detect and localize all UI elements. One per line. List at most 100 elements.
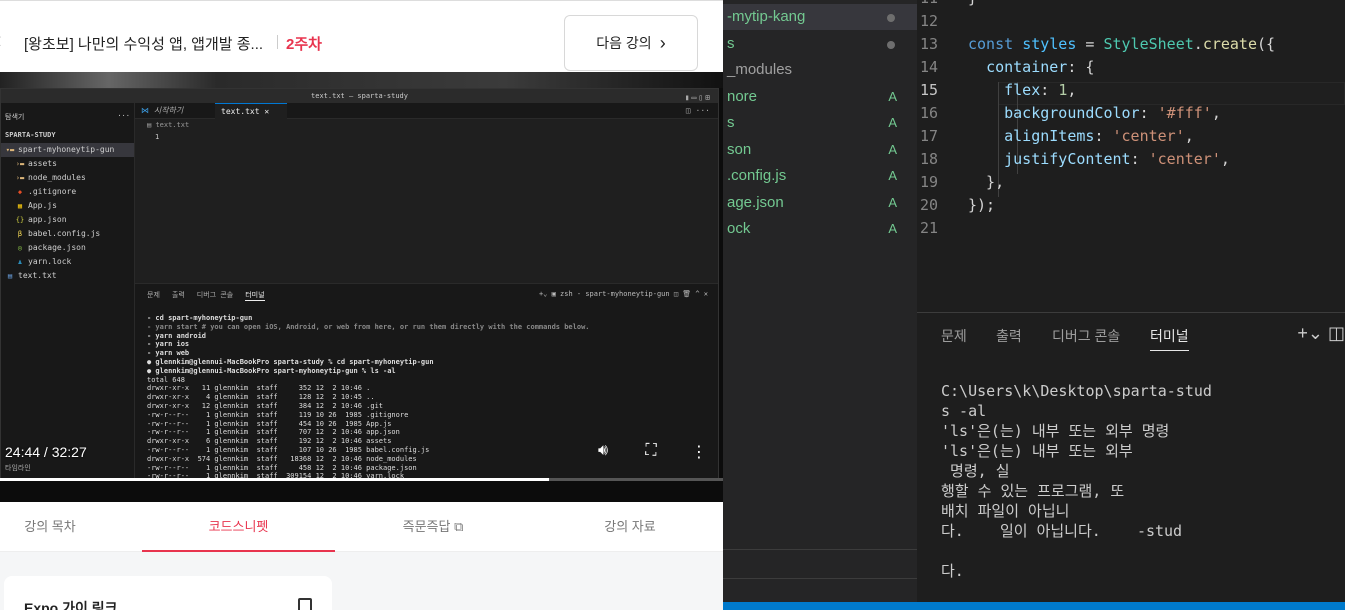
panel-tab[interactable]: 디버그 콘솔 [1052,326,1120,351]
snippet-card[interactable]: Expo 가이 링크 [4,576,332,610]
snippet-area: Expo 가이 링크 [0,552,723,610]
code-text: justifyContent: 'center', [1004,150,1230,168]
video-progress-bar[interactable] [0,478,723,481]
video-player[interactable]: text.txt — sparta-study ▮▭▯⊞ 탐색기 ··· SPAR… [0,72,723,502]
back-chevron-icon[interactable]: ‹ [0,27,1,53]
tree-item[interactable]: ◆ .gitignore [1,185,134,199]
panel-tab[interactable]: 출력 [996,326,1022,351]
code-line: 14 container: { [917,56,1345,79]
explorer-item[interactable]: .config.js A [723,163,917,189]
tree-item-label: app.json [28,215,67,224]
explorer-item[interactable]: sA [723,110,917,136]
explorer-item[interactable]: s [723,31,917,57]
panel-tab[interactable]: 터미널 [1150,326,1189,351]
git-status-badge: A [888,221,897,236]
course-page: ‹ [왕초보] 나만의 수익성 앱, 앱개발 종... 2주차 다음 강의 › … [0,0,723,610]
more-options-icon[interactable]: ⋮ [689,442,709,462]
course-tabs: 강의 목차 코드스니펫 즉문즉답 ⧉ 강의 자료 [0,502,723,552]
tree-item-label: package.json [28,243,86,252]
terminal-tab[interactable]: 디버그 콘솔 [197,290,233,301]
timeline-label: 타임라인 [5,464,31,472]
tab-text-file[interactable]: text.txt ✕ [215,103,287,119]
terminal-line: s -al [941,402,987,420]
code-line: 13 const styles = StyleSheet.create({ [917,33,1345,56]
video-time: 24:44 / 32:27 [5,444,87,460]
terminal-line: 다. [941,562,964,580]
terminal-output[interactable]: C:\Users\k\Desktop\sparta-stud s -al 'ls'은… [941,381,1212,581]
tree-item[interactable]: {} app.json [1,213,134,227]
terminal-line: drwxr-xr-x 11 glennkim staff 352 12 2 10… [147,384,371,393]
tree-item[interactable]: ▤ text.txt [1,269,134,283]
explorer-item-label: son [727,140,752,158]
terminal-line: drwxr-xr-x 12 glennkim staff 384 12 2 10… [147,401,384,410]
code-editor[interactable]: 11} 12 13 const styles = StyleSheet.create(… [917,0,1345,312]
fullscreen-icon[interactable]: ⛶ [641,442,661,460]
tab-materials[interactable]: 강의 자료 [570,502,690,552]
line-number: 12 [919,12,938,30]
tree-item-label: .gitignore [28,187,77,196]
terminal-line: 다. 일이 아닙니다. -stud [941,522,1183,540]
explorer-item-label: s [727,34,735,52]
progress-fill [0,478,550,481]
tab-code-snippet[interactable]: 코드스니펫 [142,502,335,552]
line-number: 13 [919,35,938,53]
tree-item[interactable]: ›▬ node_modules [1,171,134,185]
tree-item-label: yarn.lock [28,257,72,266]
more-icon: ··· [117,112,130,120]
line-number: 18 [919,150,938,168]
terminal-tab[interactable]: 출력 [172,290,185,301]
tree-item[interactable]: ›▬ assets [1,157,134,171]
line-number: 1 [155,133,160,141]
tree-item[interactable]: ▾▬ spart-myhoneytip-gun [1,143,134,157]
git-status-badge: A [888,194,897,210]
explorer-item[interactable]: age.json A [723,190,917,216]
course-header: ‹ [왕초보] 나만의 수익성 앱, 앱개발 종... 2주차 다음 강의 › [0,0,723,72]
code-line: 15 flex: 1, [917,79,1345,102]
terminal-tab[interactable]: 문제 [147,290,160,301]
tree-item[interactable]: ◎ package.json [1,241,134,255]
code-text: }); [968,196,996,214]
explorer-item[interactable]: ock A [723,216,917,242]
code-text: container: { [986,58,1095,76]
git-status-badge: A [888,88,897,104]
code-text: const styles = StyleSheet.create({ [968,35,1276,53]
explorer-item[interactable]: son A [723,137,917,163]
git-status-badge: A [888,115,897,130]
code-line: 17 alignItems: 'center', [917,125,1345,148]
explorer-item[interactable]: -mytip-kang [723,4,917,30]
panel-tab[interactable]: 문제 [941,326,967,351]
terminal-line: total 648 [147,375,185,384]
terminal-line: - cd spart-myhoneytip-gun [147,314,253,322]
terminal-tab[interactable]: 터미널 [245,290,265,301]
split-editor-icon[interactable]: ◫ ··· [686,106,710,115]
explorer-item[interactable]: nore A [723,84,917,110]
js-icon: ▦ [17,202,23,210]
tab-qna[interactable]: 즉문즉답 ⧉ [368,502,498,552]
new-terminal-icon[interactable]: +⌄ ◫ [1297,323,1345,344]
git-status-badge: A [888,141,897,157]
tree-item-label: App.js [28,201,57,210]
volume-icon[interactable]: 🔊︎ [593,442,613,460]
next-lecture-button[interactable]: 다음 강의 › [564,15,698,71]
divider [723,578,917,579]
tree-item[interactable]: ♟ yarn.lock [1,255,134,269]
terminal-line: - yarn web [147,349,190,358]
terminal-line: drwxr-xr-x 4 glennkim staff 128 12 2 10:… [147,393,375,402]
copy-icon[interactable] [298,598,312,610]
tab-course-toc[interactable]: 강의 목차 [0,502,100,552]
tree-item[interactable]: ▦ App.js [1,199,134,213]
tab-welcome[interactable]: ⋈ 시작하기 [135,103,213,119]
explorer-item-label: s [727,114,735,131]
terminal-line: C:\Users\k\Desktop\sparta-stud [941,382,1212,400]
modified-dot-icon [887,40,895,49]
line-number: 16 [919,104,938,122]
close-icon[interactable]: ✕ [264,107,269,116]
next-lecture-label: 다음 강의 [596,35,652,51]
terminal-shell: +⌄ ▣ zsh - spart-myhoneytip-gun ◫ 🗑 ^ ✕ [538,290,708,298]
terminal-line: 명령, 실 [941,462,1010,480]
course-title: [왕초보] 나만의 수익성 앱, 앱개발 종... [24,36,264,53]
explorer-item[interactable]: _modules [723,57,917,83]
tree-item[interactable]: β babel.config.js [1,227,134,241]
status-bar [723,602,1345,610]
